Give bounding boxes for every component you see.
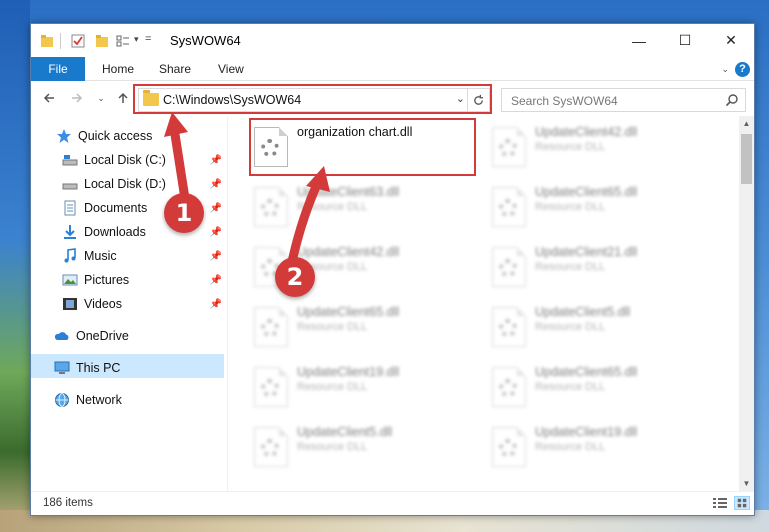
annotation-arrows — [164, 112, 330, 263]
arrow-1-head — [164, 112, 188, 137]
step-2-marker: 2 — [275, 257, 315, 297]
step-1-marker: 1 — [164, 193, 204, 233]
arrow-2-shaft — [287, 180, 323, 263]
arrow-2-head — [306, 166, 330, 192]
